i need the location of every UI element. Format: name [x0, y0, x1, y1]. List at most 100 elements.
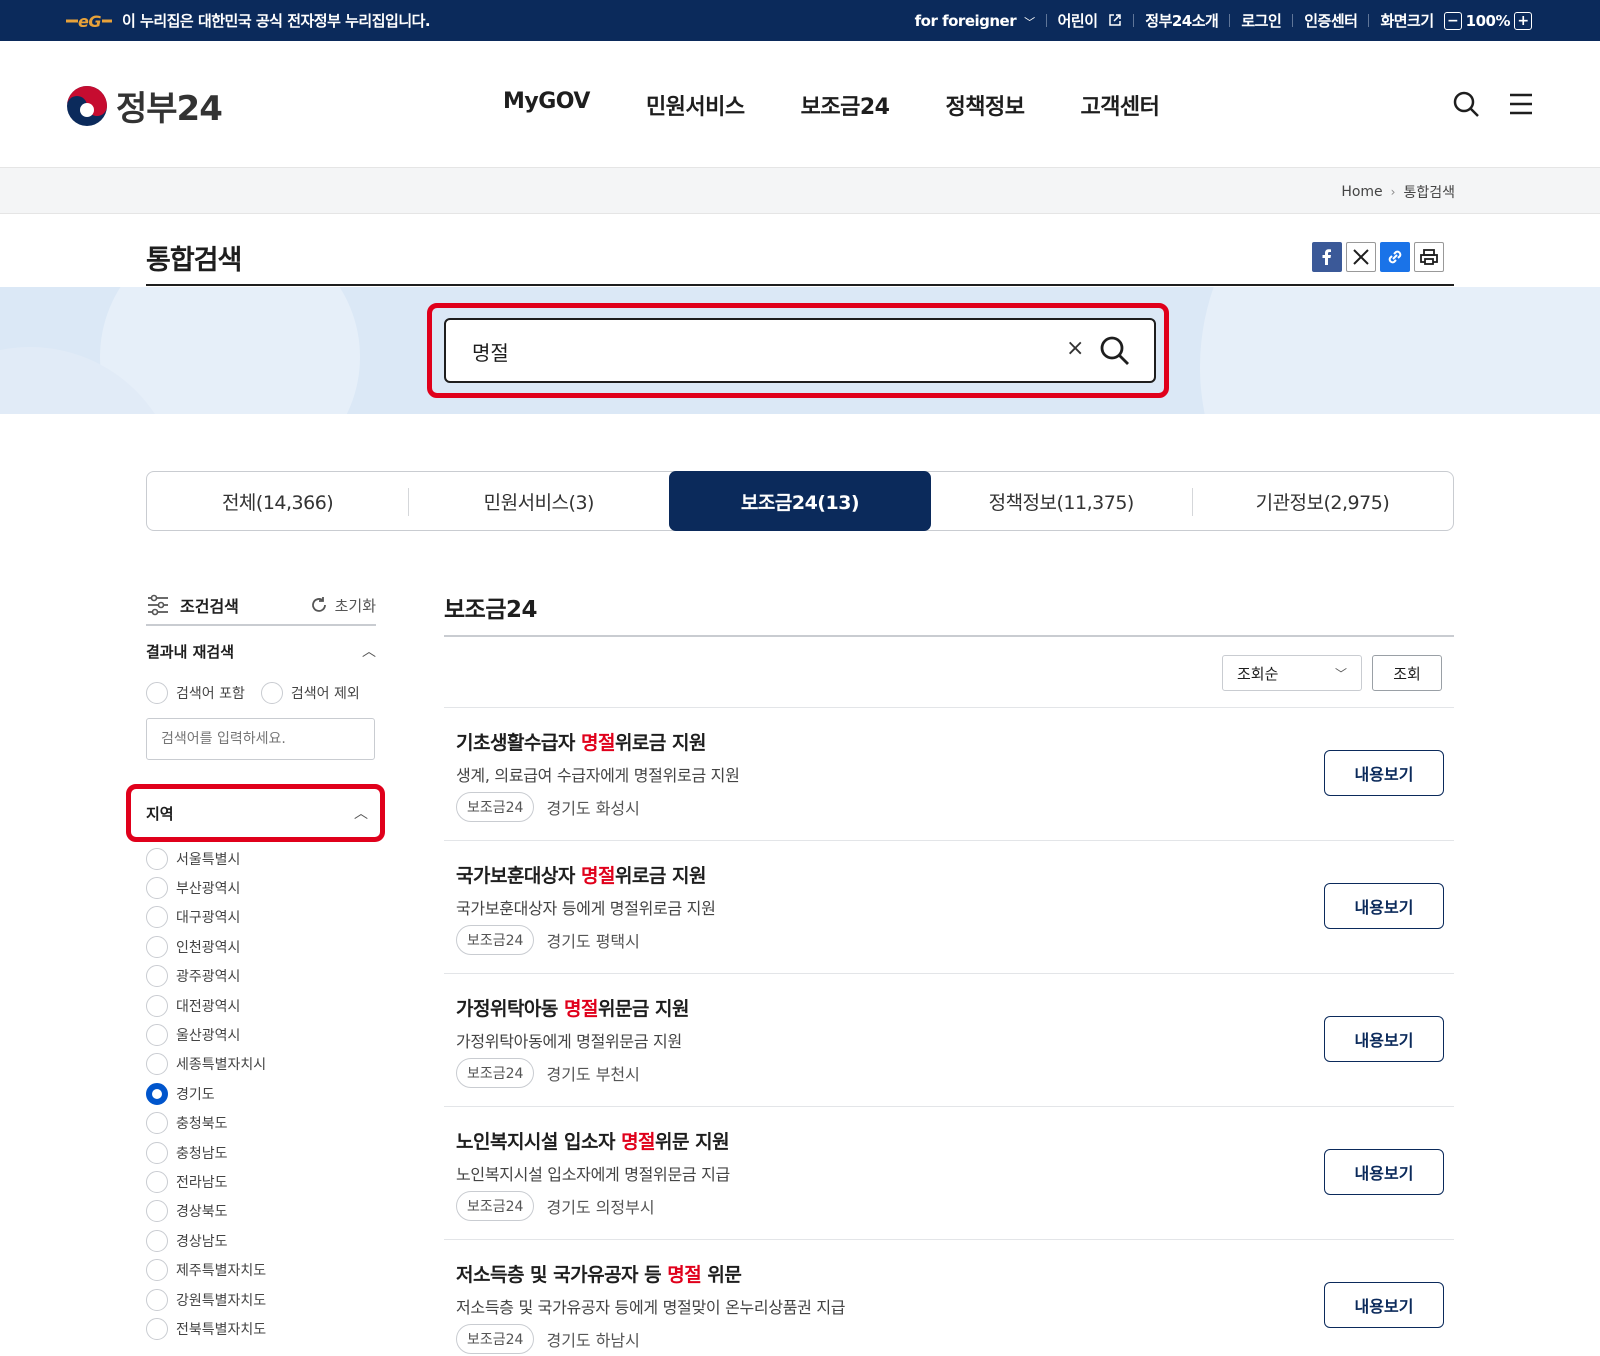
- region-label: 대구광역시: [176, 910, 241, 927]
- result-title[interactable]: 기초생활수급자 명절위로금 지원: [456, 728, 706, 755]
- tab-all[interactable]: 전체(14,366): [147, 472, 408, 530]
- result-meta: 보조금24 경기도 의정부시: [456, 1191, 655, 1221]
- result-description: 노인복지시설 입소자에게 명절위문금 지급: [456, 1165, 730, 1184]
- gov-notice: eG 이 누리집은 대한민국 공식 전자정부 누리집입니다.: [64, 10, 431, 31]
- include-radio[interactable]: 검색어 포함: [146, 682, 245, 704]
- chevron-down-icon: ﹀: [1334, 666, 1347, 681]
- x-icon[interactable]: [1346, 242, 1376, 272]
- result-location: 경기도 화성시: [546, 799, 640, 818]
- nav-policy-info[interactable]: 정책정보: [945, 89, 1024, 121]
- menu-icon[interactable]: [1506, 89, 1536, 119]
- result-title[interactable]: 가정위탁아동 명절위문금 지원: [456, 994, 689, 1021]
- refresh-icon: [311, 597, 326, 612]
- region-label: 전북특별자치도: [176, 1321, 267, 1338]
- kids-link[interactable]: 어린이: [1058, 10, 1123, 31]
- svg-text:eG: eG: [78, 12, 101, 31]
- result-location: 경기도 평택시: [546, 932, 640, 951]
- region-radio[interactable]: 충청남도: [146, 1138, 266, 1167]
- result-location: 경기도 부천시: [546, 1065, 640, 1084]
- foreigner-menu[interactable]: for foreigner ﹀: [915, 12, 1035, 30]
- region-radio[interactable]: 전라남도: [146, 1167, 266, 1196]
- region-radio[interactable]: 경상남도: [146, 1226, 266, 1255]
- filter-sidebar: 조건검색 초기화 결과내 재검색 ︿ 검색어 포함 검색어 제외: [146, 590, 376, 760]
- region-radio[interactable]: 세종특별자치시: [146, 1050, 266, 1079]
- search-bar: ×: [444, 318, 1156, 383]
- breadcrumb-current: 통합검색: [1403, 185, 1455, 201]
- title-divider: [146, 284, 1454, 286]
- refine-search-input[interactable]: [146, 718, 375, 760]
- result-title[interactable]: 국가보훈대상자 명절위로금 지원: [456, 861, 706, 888]
- tab-civil-service[interactable]: 민원서비스(3): [408, 472, 669, 530]
- region-radio[interactable]: 강원특별자치도: [146, 1285, 266, 1314]
- category-tabs: 전체(14,366) 민원서비스(3) 보조금24(13) 정책정보(11,37…: [146, 471, 1454, 531]
- about-link[interactable]: 정부24소개: [1145, 10, 1219, 31]
- region-radio[interactable]: 경기도: [146, 1079, 266, 1108]
- tab-policy-info[interactable]: 정책정보(11,375): [931, 472, 1192, 530]
- exclude-radio[interactable]: 검색어 제외: [260, 682, 360, 704]
- region-radio[interactable]: 충청북도: [146, 1109, 266, 1138]
- region-label: 전라남도: [176, 1174, 228, 1191]
- reset-button[interactable]: 초기화: [309, 595, 376, 616]
- view-details-button[interactable]: 내용보기: [1324, 1149, 1444, 1195]
- plus-icon[interactable]: +: [1514, 11, 1532, 30]
- facebook-icon[interactable]: [1312, 242, 1342, 272]
- search-icon[interactable]: [1098, 334, 1132, 368]
- region-radio[interactable]: 대구광역시: [146, 903, 266, 932]
- zoom-level: 100%: [1465, 11, 1511, 30]
- region-label: 충청북도: [176, 1116, 228, 1133]
- search-input[interactable]: [472, 336, 992, 366]
- sort-select[interactable]: 조회순 ﹀: [1222, 655, 1362, 691]
- region-radio[interactable]: 울산광역시: [146, 1020, 266, 1049]
- refine-options: 검색어 포함 검색어 제외: [146, 682, 376, 704]
- region-radio[interactable]: 부산광역시: [146, 873, 266, 902]
- result-meta: 보조금24 경기도 하남시: [456, 1324, 640, 1354]
- region-radio[interactable]: 인천광역시: [146, 932, 266, 961]
- view-details-button[interactable]: 내용보기: [1324, 883, 1444, 929]
- tab-subsidy24[interactable]: 보조금24(13): [669, 471, 931, 531]
- clear-icon[interactable]: ×: [1066, 336, 1084, 361]
- region-label: 경기도: [176, 1086, 215, 1103]
- region-radio[interactable]: 제주특별자치도: [146, 1255, 266, 1284]
- site-logo[interactable]: 정부24: [66, 81, 223, 130]
- result-item: 기초생활수급자 명절위로금 지원 생계, 의료급여 수급자에게 명절위로금 지원 보…: [444, 707, 1454, 840]
- region-label: 서울특별시: [176, 851, 241, 868]
- tab-agency-info[interactable]: 기관정보(2,975): [1191, 472, 1453, 530]
- nav-subsidy24[interactable]: 보조금24: [801, 89, 890, 121]
- taegeuk-logo-icon: [67, 85, 107, 126]
- region-radio[interactable]: 대전광역시: [146, 991, 266, 1020]
- region-accordion[interactable]: 지역 ︿: [146, 788, 368, 838]
- nav-customer-center[interactable]: 고객센터: [1080, 89, 1159, 121]
- result-item: 저소득층 및 국가유공자 등 명절 위문 저소득층 및 국가유공자 등에게 명절맞…: [444, 1239, 1454, 1356]
- query-button[interactable]: 조회: [1372, 655, 1442, 691]
- region-radio[interactable]: 경상북도: [146, 1197, 266, 1226]
- region-radio[interactable]: 광주광역시: [146, 962, 266, 991]
- nav-mygov[interactable]: MyGOV: [503, 89, 590, 121]
- view-details-button[interactable]: 내용보기: [1324, 1282, 1444, 1328]
- login-link[interactable]: 로그인: [1241, 10, 1281, 31]
- region-label: 세종특별자치시: [176, 1057, 267, 1074]
- link-icon[interactable]: [1380, 242, 1410, 272]
- result-item: 가정위탁아동 명절위문금 지원 가정위탁아동에게 명절위문금 지원 보조금24 경기도…: [444, 973, 1454, 1106]
- region-radio[interactable]: 전북특별자치도: [146, 1314, 266, 1343]
- region-radio[interactable]: 서울특별시: [146, 844, 266, 873]
- view-details-button[interactable]: 내용보기: [1324, 1016, 1444, 1062]
- result-title[interactable]: 저소득층 및 국가유공자 등 명절 위문: [456, 1260, 742, 1287]
- search-icon[interactable]: [1451, 89, 1481, 119]
- category-tag: 보조금24: [456, 1324, 535, 1354]
- gov-banner: eG 이 누리집은 대한민국 공식 전자정부 누리집입니다. for forei…: [0, 0, 1600, 41]
- result-title[interactable]: 노인복지시설 입소자 명절위문 지원: [456, 1127, 730, 1154]
- share-tools: [1312, 242, 1444, 272]
- region-label: 경상북도: [176, 1204, 228, 1221]
- print-icon[interactable]: [1414, 242, 1444, 272]
- keyword-highlight: 명절: [580, 865, 615, 887]
- minus-icon[interactable]: −: [1443, 11, 1462, 30]
- condition-search-label: 조건검색: [180, 597, 239, 616]
- region-label: 광주광역시: [176, 969, 241, 986]
- breadcrumb-home[interactable]: Home: [1341, 184, 1382, 200]
- results-divider: [444, 635, 1454, 637]
- page-title: 통합검색: [146, 245, 242, 276]
- nav-civil-service[interactable]: 민원서비스: [646, 89, 745, 121]
- cert-center-link[interactable]: 인증센터: [1304, 10, 1358, 31]
- view-details-button[interactable]: 내용보기: [1324, 750, 1444, 796]
- refine-accordion[interactable]: 결과내 재검색 ︿: [146, 626, 376, 676]
